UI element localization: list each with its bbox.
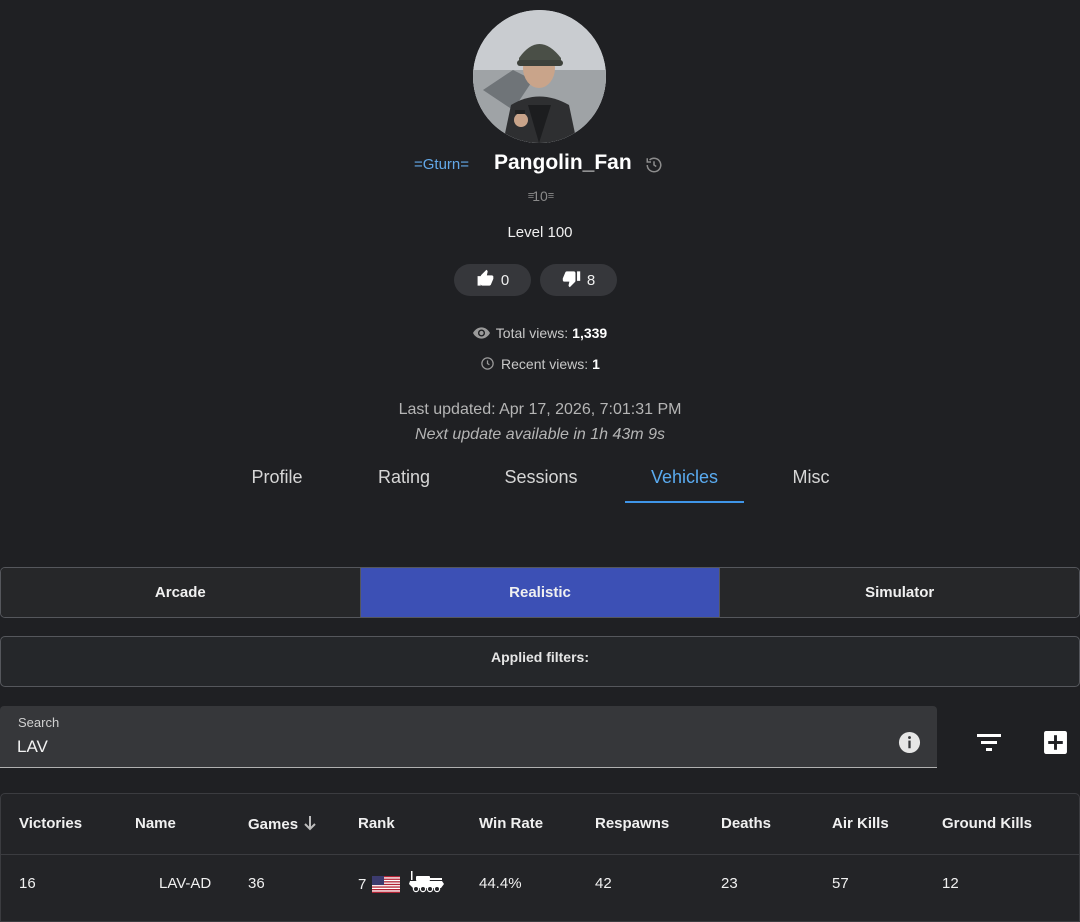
- tab-vehicles[interactable]: Vehicles: [625, 455, 744, 503]
- cell-name: LAV-AD: [159, 875, 212, 892]
- player-level: Level 100: [507, 224, 573, 241]
- filter-list-icon[interactable]: [976, 731, 1002, 753]
- thumbs-down-icon: [562, 269, 581, 292]
- mode-simulator-button[interactable]: Simulator: [720, 568, 1079, 617]
- header-win-rate[interactable]: Win Rate: [479, 815, 543, 832]
- search-label: Search: [18, 715, 60, 730]
- player-avatar: [473, 10, 606, 143]
- header-respawns[interactable]: Respawns: [595, 815, 669, 832]
- clan-tag[interactable]: =Gturn=: [414, 156, 469, 173]
- tab-rating[interactable]: Rating: [364, 455, 444, 503]
- rank-wing-right-icon: ≡: [547, 190, 555, 202]
- dislike-button[interactable]: 8: [540, 264, 617, 296]
- total-views: Total views: 1,339: [0, 325, 1080, 342]
- search-field[interactable]: Search: [0, 706, 937, 768]
- like-button[interactable]: 0: [454, 264, 531, 296]
- search-input[interactable]: [17, 735, 877, 759]
- tab-sessions[interactable]: Sessions: [494, 455, 588, 503]
- game-mode-switch: Arcade Realistic Simulator: [0, 567, 1080, 618]
- header-air-kills[interactable]: Air Kills: [832, 815, 889, 832]
- last-updated: Last updated: Apr 17, 2026, 7:01:31 PM: [398, 401, 682, 418]
- rank-badge-value: 10: [532, 188, 548, 204]
- cell-rank-value: 7: [358, 875, 367, 893]
- history-icon[interactable]: [645, 156, 663, 174]
- tab-profile[interactable]: Profile: [240, 455, 314, 503]
- usa-flag-icon: [372, 875, 401, 893]
- tab-misc[interactable]: Misc: [780, 455, 842, 503]
- thumbs-up-icon: [476, 269, 495, 292]
- header-ground-kills[interactable]: Ground Kills: [942, 815, 1032, 832]
- like-count: 0: [500, 271, 510, 289]
- cell-victories: 16: [19, 875, 36, 892]
- header-games-label: Games: [248, 815, 299, 833]
- table-row[interactable]: 16 LAV-AD 36 7 44.4% 42 23 57 12: [1, 855, 1079, 911]
- profile-tabs: Profile Rating Sessions Vehicles Misc: [0, 455, 1080, 503]
- cell-deaths: 23: [721, 875, 738, 892]
- player-name-row: =Gturn= Pangolin_Fan: [0, 150, 1080, 180]
- cell-respawns: 42: [595, 875, 612, 892]
- table-header: Victories Name Games Rank Win Rate Respa…: [1, 794, 1079, 855]
- player-name: Pangolin_Fan: [494, 151, 632, 174]
- dislike-count: 8: [586, 271, 596, 289]
- eye-icon: [472, 326, 490, 342]
- header-rank[interactable]: Rank: [358, 815, 395, 832]
- cell-air-kills: 57: [832, 875, 849, 892]
- cell-rank: 7: [358, 871, 446, 893]
- applied-filters: Applied filters:: [0, 636, 1080, 687]
- sort-descending-icon: [303, 815, 317, 835]
- vehicles-table: Victories Name Games Rank Win Rate Respa…: [0, 793, 1080, 922]
- header-deaths[interactable]: Deaths: [721, 815, 771, 832]
- header-games[interactable]: Games: [248, 815, 317, 835]
- rank-badge: ≡10≡: [512, 188, 568, 204]
- recent-views: Recent views: 1: [0, 356, 1080, 374]
- applied-filters-label: Applied filters:: [490, 649, 589, 665]
- recent-views-label: Recent views:: [501, 356, 589, 372]
- recent-views-value: 1: [592, 356, 600, 372]
- total-views-value: 1,339: [572, 325, 608, 341]
- cell-win-rate: 44.4%: [479, 875, 522, 892]
- header-name[interactable]: Name: [135, 815, 176, 832]
- mode-realistic-button[interactable]: Realistic: [360, 568, 721, 617]
- cell-games: 36: [248, 875, 265, 892]
- tank-icon: [408, 869, 446, 893]
- mode-arcade-button[interactable]: Arcade: [1, 568, 361, 617]
- cell-ground-kills: 12: [942, 875, 959, 892]
- next-update: Next update available in 1h 43m 9s: [415, 426, 665, 443]
- add-box-icon[interactable]: [1043, 730, 1068, 755]
- header-victories[interactable]: Victories: [19, 815, 82, 832]
- clock-icon: [480, 356, 495, 374]
- total-views-label: Total views:: [495, 325, 569, 341]
- info-icon[interactable]: [898, 731, 921, 754]
